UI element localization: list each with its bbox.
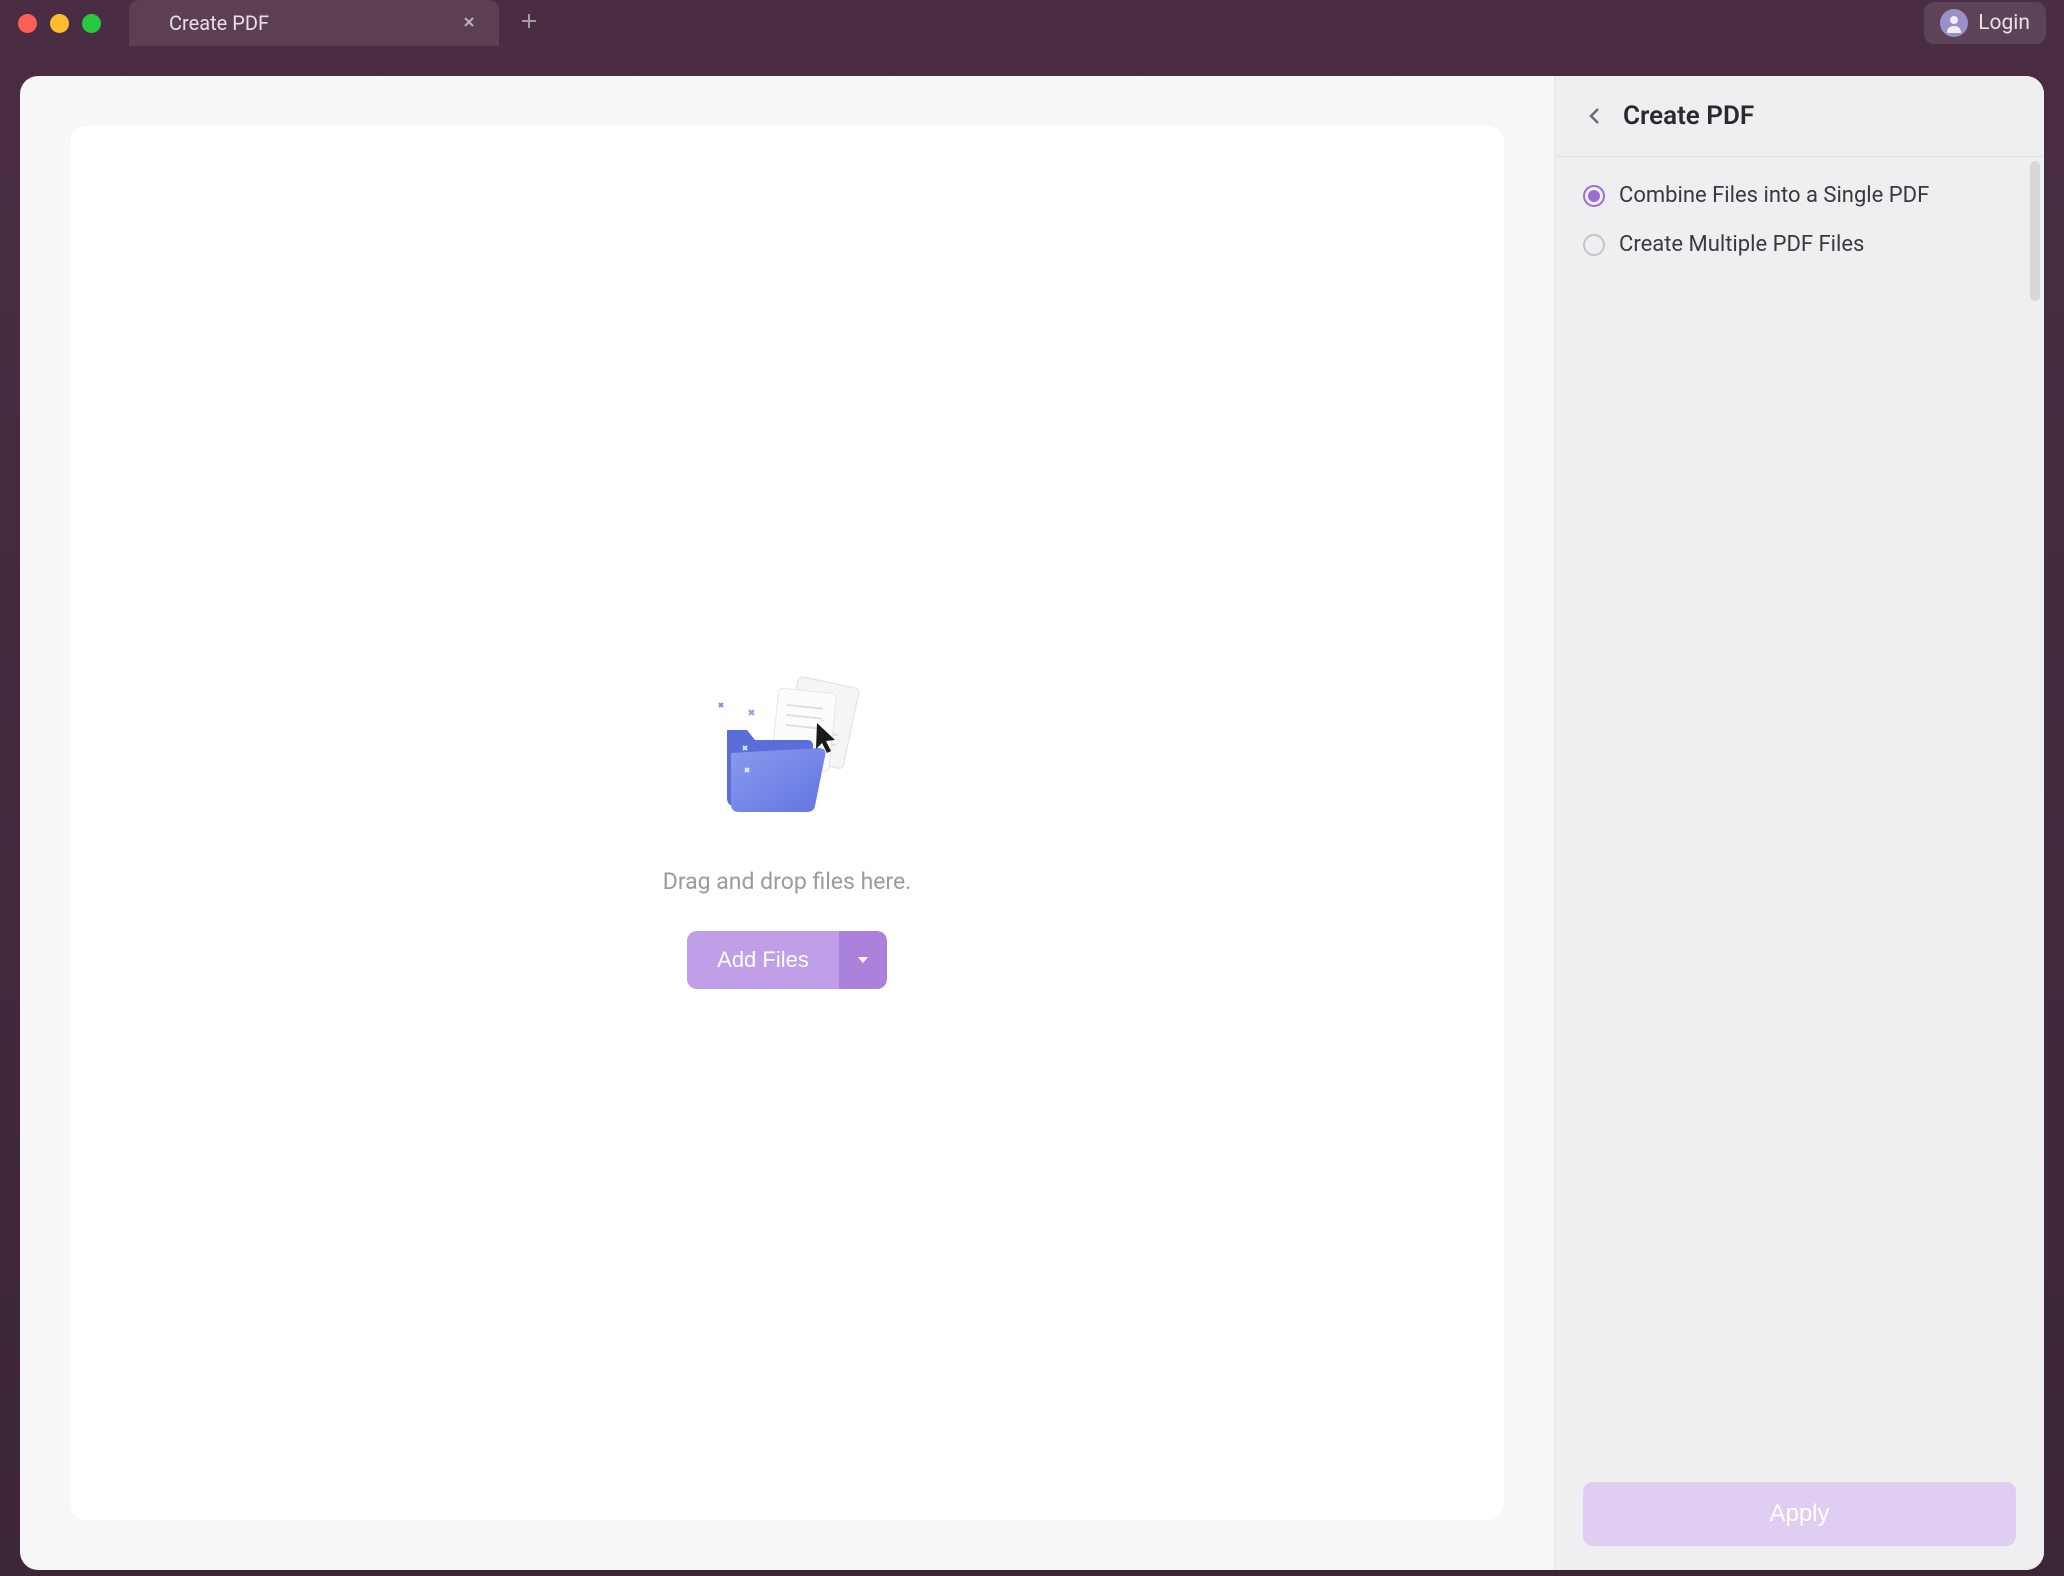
- add-files-dropdown-button[interactable]: [839, 931, 887, 989]
- header-right: Login: [1924, 2, 2046, 44]
- new-tab-button[interactable]: [499, 8, 559, 38]
- sidebar-footer: Apply: [1555, 1458, 2044, 1570]
- login-button[interactable]: Login: [1924, 2, 2046, 44]
- radio-icon: [1583, 234, 1605, 256]
- folder-illustration: Aa: [687, 658, 887, 838]
- radio-option-combine[interactable]: Combine Files into a Single PDF: [1583, 183, 2016, 208]
- tab-create-pdf[interactable]: Create PDF: [129, 0, 499, 46]
- content-area: Aa: [20, 76, 1554, 1570]
- apply-button[interactable]: Apply: [1583, 1482, 2016, 1546]
- window-controls: [18, 14, 101, 33]
- sidebar-right: Create PDF Combine Files into a Single P…: [1554, 76, 2044, 1570]
- plus-icon: [519, 11, 539, 31]
- window-close-button[interactable]: [18, 14, 37, 33]
- radio-option-multiple[interactable]: Create Multiple PDF Files: [1583, 232, 2016, 257]
- radio-icon: [1583, 185, 1605, 207]
- options-area: Combine Files into a Single PDF Create M…: [1555, 157, 2044, 1458]
- window-maximize-button[interactable]: [82, 14, 101, 33]
- tab-label: Create PDF: [169, 11, 269, 35]
- main-window: Aa: [20, 76, 2044, 1570]
- caret-down-icon: [857, 955, 869, 965]
- window-minimize-button[interactable]: [50, 14, 69, 33]
- avatar-icon: [1940, 9, 1968, 37]
- scrollbar-thumb[interactable]: [2030, 161, 2040, 301]
- radio-label: Combine Files into a Single PDF: [1619, 183, 1929, 208]
- titlebar: Create PDF Login: [0, 0, 2064, 46]
- login-label: Login: [1978, 11, 2030, 35]
- add-files-group: Add Files: [687, 931, 887, 989]
- back-button[interactable]: [1583, 100, 1607, 132]
- tab-close-button[interactable]: [457, 7, 481, 40]
- drop-zone[interactable]: Aa: [70, 126, 1504, 1520]
- sidebar-title: Create PDF: [1623, 101, 1754, 131]
- tabs-area: Create PDF: [129, 0, 559, 46]
- sidebar-header: Create PDF: [1555, 76, 2044, 157]
- drop-text: Drag and drop files here.: [663, 868, 912, 895]
- add-files-button[interactable]: Add Files: [687, 931, 839, 989]
- radio-label: Create Multiple PDF Files: [1619, 232, 1864, 257]
- chevron-left-icon: [1587, 104, 1603, 128]
- close-icon: [461, 14, 477, 30]
